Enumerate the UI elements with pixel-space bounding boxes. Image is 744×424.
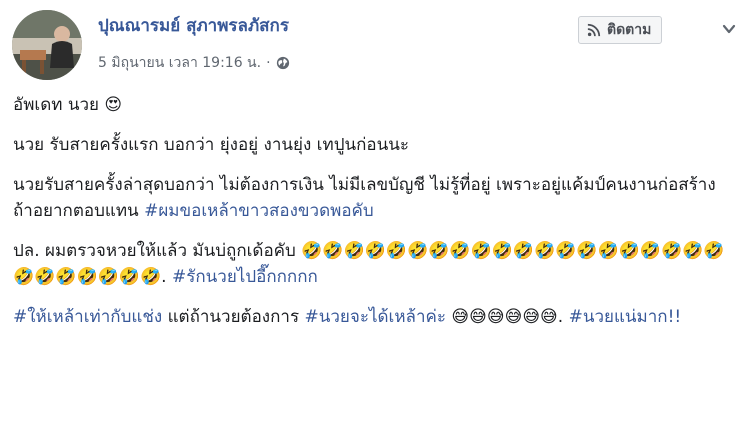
post-paragraph: นวยรับสายครั้งล่าสุดบอกว่า ไม่ต้องการเงิ… (13, 172, 729, 224)
paragraph-text: 😅😅😅😅😅😅. (446, 307, 569, 327)
rss-icon (587, 23, 601, 37)
post-body: อัพเดท นวย 😍 นวย รับสายครั้งแรก บอกว่า ย… (13, 92, 729, 344)
post-paragraph: ปล. ผมตรวจหวยให้แล้ว มันบ่ถูกเด้อคับ 🤣🤣🤣… (13, 238, 729, 290)
avatar[interactable] (12, 10, 82, 80)
post-paragraph: #ให้เหล้าเท่ากับแช่ง แต่ถ้านวยต้องการ #น… (13, 304, 729, 330)
post-header: ปุณณารมย์ สุภาพรลภัสกร 5 มิถุนายน เวลา 1… (12, 10, 736, 80)
hashtag-link[interactable]: #นวยจะได้เหล้าค่ะ (304, 307, 446, 327)
hashtag-link[interactable]: #ให้เหล้าเท่ากับแช่ง (13, 307, 162, 327)
paragraph-text: นวย รับสายครั้งแรก บอกว่า ยุ่งอยู่ งานยุ… (13, 135, 409, 155)
post-paragraph: อัพเดท นวย 😍 (13, 92, 729, 118)
globe-icon[interactable] (276, 56, 290, 70)
paragraph-text: อัพเดท นวย 😍 (13, 95, 123, 115)
avatar-photo (12, 10, 82, 80)
paragraph-text: แต่ถ้านวยต้องการ (162, 307, 305, 327)
meta-separator: · (266, 55, 271, 71)
paragraph-text: ปล. ผมตรวจหวยให้แล้ว มันบ่ถูกเด้อคับ 🤣🤣🤣… (13, 241, 725, 287)
hashtag-link[interactable]: #รักนวยไปอี๊กกกกก (172, 267, 318, 287)
more-options-button[interactable] (718, 18, 740, 40)
hashtag-link[interactable]: #นวยแน่มาก!! (569, 307, 682, 327)
hashtag-link[interactable]: #ผมขอเหล้าขาวสองขวดพอคับ (144, 201, 374, 221)
post-meta: 5 มิถุนายน เวลา 19:16 น. · (98, 52, 290, 74)
chevron-down-icon (722, 24, 736, 34)
post-timestamp[interactable]: 5 มิถุนายน เวลา 19:16 น. (98, 52, 261, 74)
follow-button[interactable]: ติดตาม (578, 16, 663, 44)
post-paragraph: นวย รับสายครั้งแรก บอกว่า ยุ่งอยู่ งานยุ… (13, 132, 729, 158)
follow-label: ติดตาม (607, 22, 652, 38)
author-name[interactable]: ปุณณารมย์ สุภาพรลภัสกร (98, 12, 289, 39)
